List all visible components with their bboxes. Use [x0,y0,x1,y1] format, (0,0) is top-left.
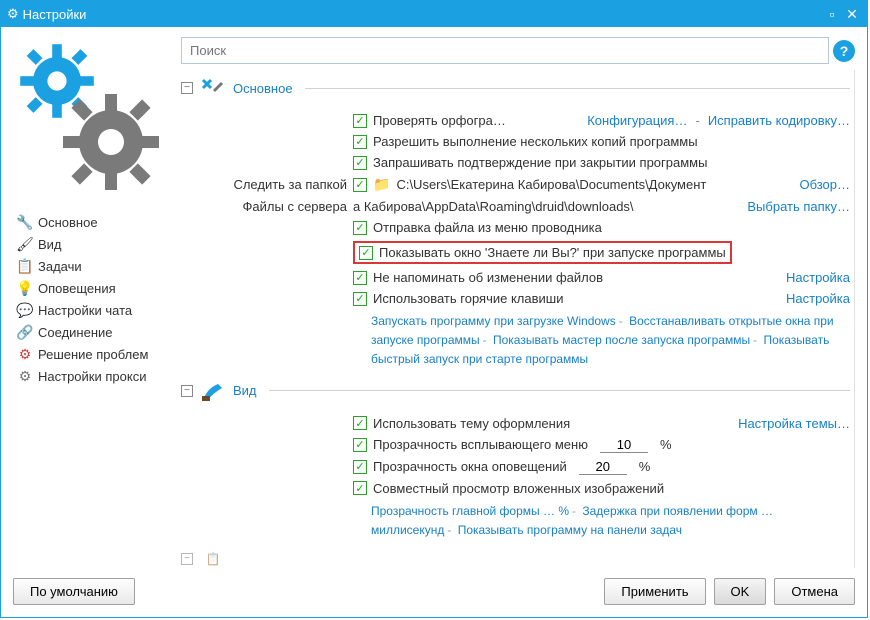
use-hotkeys-checkbox[interactable] [353,292,367,306]
dont-remind-label: Не напоминать об изменении файлов [373,270,603,285]
cancel-button[interactable]: Отмена [774,578,855,605]
notif-trans-checkbox[interactable] [353,460,367,474]
tasks-icon: 📋 [17,258,33,274]
popup-trans-input[interactable] [600,437,648,453]
allow-multiple-label: Разрешить выполнение нескольких копий пр… [373,134,698,149]
nav-chat-settings[interactable]: 💬 Настройки чата [13,299,173,321]
brush-large-icon [199,379,227,403]
watch-folder-label: Следить за папкой [213,177,347,192]
allow-multiple-checkbox[interactable] [353,135,367,149]
settings-panel: − Основное Проверять орфогра… Конфигурац… [181,70,855,568]
collapse-main-icon[interactable]: − [181,82,193,94]
show-didyouknow-checkbox[interactable] [359,246,373,260]
nav-main[interactable]: 🔧 Основное [13,211,173,233]
nested-images-label: Совместный просмотр вложенных изображени… [373,481,664,496]
link-icon: 🔗 [17,324,33,340]
nav-main-label: Основное [38,215,98,230]
use-hotkeys-label: Использовать горячие клавиши [373,291,563,306]
titlebar: ⚙ Настройки ▫ ✕ [1,1,867,27]
settings-gear-icon: ⚙ [7,6,19,22]
nav-notifications-label: Оповещения [38,281,116,296]
nav-connection[interactable]: 🔗 Соединение [13,321,173,343]
nav-view-label: Вид [38,237,62,252]
popup-trans-checkbox[interactable] [353,438,367,452]
tools-icon [199,76,227,100]
notif-trans-label: Прозрачность окна оповещений [373,459,567,474]
nav-proxy[interactable]: ⚙ Настройки прокси [13,365,173,387]
nav-troubleshoot[interactable]: ⚙ Решение проблем [13,343,173,365]
watch-folder-checkbox[interactable] [353,178,367,192]
popup-trans-label: Прозрачность всплывающего меню [373,437,588,452]
section-view-header: − Вид [181,379,850,403]
main-hints: Запускать программу при загрузке Windows… [213,309,850,373]
fix-encoding-link[interactable]: Исправить кодировку… [708,113,850,128]
section-view-title: Вид [233,383,257,398]
apply-button[interactable]: Применить [604,578,705,605]
check-spelling-label: Проверять орфогра… [373,113,506,128]
hint-autostart[interactable]: Запускать программу при загрузке Windows [371,314,616,328]
nested-images-checkbox[interactable] [353,481,367,495]
choose-folder-link[interactable]: Выбрать папку… [747,199,850,214]
send-from-explorer-label: Отправка файла из меню проводника [373,220,602,235]
nav-chat-label: Настройки чата [38,303,132,318]
settings-window: ⚙ Настройки ▫ ✕ [0,0,868,618]
hint-show-taskbar[interactable]: Показывать программу на панели задач [458,523,682,537]
folder-icon: 📁 [373,176,390,193]
collapse-next-icon[interactable]: − [181,553,193,565]
server-files-label: Файлы с сервера [213,199,347,214]
search-input[interactable] [181,37,829,64]
nav-proxy-label: Настройки прокси [38,369,146,384]
brush-icon: 🖌 [17,236,33,252]
nav-notifications[interactable]: 💡 Оповещения [13,277,173,299]
default-button[interactable]: По умолчанию [13,578,135,605]
help-button[interactable]: ? [833,40,855,62]
nav-connection-label: Соединение [38,325,113,340]
ok-button[interactable]: OK [714,578,767,605]
gear-grey-icon: ⚙ [17,368,33,384]
use-theme-label: Использовать тему оформления [373,416,570,431]
window-title: Настройки [23,7,87,22]
view-hints: Прозрачность главной формы … %- Задержка… [213,499,850,543]
use-theme-checkbox[interactable] [353,416,367,430]
send-from-explorer-checkbox[interactable] [353,221,367,235]
show-didyouknow-label: Показывать окно 'Знаете ли Вы?' при запу… [379,245,726,260]
section-main-header: − Основное [181,76,850,100]
highlighted-option: Показывать окно 'Знаете ли Вы?' при запу… [353,241,732,264]
percent-label-2: % [639,459,651,474]
collapse-view-icon[interactable]: − [181,385,193,397]
gear-red-icon: ⚙ [17,346,33,362]
close-icon[interactable]: ✕ [843,5,861,23]
theme-settings-link[interactable]: Настройка темы… [738,416,850,431]
nav-list: 🔧 Основное 🖌 Вид 📋 Задачи 💡 Оповещения 💬 Наст… [13,211,173,387]
decorative-gears [13,37,173,207]
hint-main-form-trans[interactable]: Прозрачность главной формы … % [371,504,569,518]
dont-remind-settings-link[interactable]: Настройка [786,270,850,285]
dont-remind-checkbox[interactable] [353,271,367,285]
wrench-icon: 🔧 [17,214,33,230]
confirm-close-label: Запрашивать подтверждение при закрытии п… [373,155,707,170]
configuration-link[interactable]: Конфигурация… [587,113,687,128]
watch-folder-path: C:\Users\Екатерина Кабирова\Documents\До… [396,177,706,192]
percent-label-1: % [660,437,672,452]
section-main-title: Основное [233,81,293,96]
hotkeys-settings-link[interactable]: Настройка [786,291,850,306]
next-section-icon: 📋 [199,547,227,568]
maximize-icon[interactable]: ▫ [823,5,841,23]
chat-icon: 💬 [17,302,33,318]
confirm-close-checkbox[interactable] [353,156,367,170]
nav-troubleshoot-label: Решение проблем [38,347,148,362]
nav-tasks[interactable]: 📋 Задачи [13,255,173,277]
hint-show-wizard[interactable]: Показывать мастер после запуска программ… [493,333,750,347]
bulb-icon: 💡 [17,280,33,296]
server-files-path: а Кабирова\AppData\Roaming\druid\downloa… [353,199,634,214]
nav-tasks-label: Задачи [38,259,82,274]
browse-link[interactable]: Обзор… [799,177,850,192]
nav-view[interactable]: 🖌 Вид [13,233,173,255]
notif-trans-input[interactable] [579,459,627,475]
sidebar: 🔧 Основное 🖌 Вид 📋 Задачи 💡 Оповещения 💬 Наст… [13,37,173,568]
check-spelling-checkbox[interactable] [353,114,367,128]
footer: По умолчанию Применить OK Отмена [1,568,867,617]
